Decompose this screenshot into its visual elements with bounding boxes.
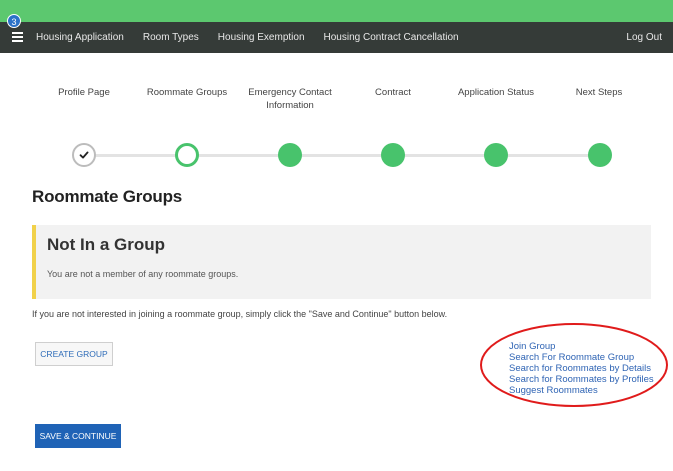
step-label-roommate-groups[interactable]: Roommate Groups — [137, 86, 237, 99]
step-label-profile[interactable]: Profile Page — [34, 86, 134, 99]
progress-track — [86, 154, 601, 157]
step-dot-next-steps[interactable] — [588, 143, 612, 167]
save-continue-info: If you are not interested in joining a r… — [32, 309, 448, 319]
red-circle-annotation — [480, 323, 668, 407]
step-label-application-status[interactable]: Application Status — [446, 86, 546, 99]
nav-item-housing-application[interactable]: Housing Application — [36, 32, 124, 43]
notification-badge: 3 — [7, 14, 21, 28]
hamburger-menu-icon[interactable] — [12, 32, 23, 42]
nav-item-housing-exemption[interactable]: Housing Exemption — [218, 32, 305, 43]
step-label-emergency-contact[interactable]: Emergency Contact Information — [240, 86, 340, 112]
page-title: Roommate Groups — [32, 187, 183, 206]
group-status-title: Not In a Group — [47, 235, 166, 254]
group-status-text: You are not a member of any roommate gro… — [47, 269, 239, 279]
step-dot-emergency-contact[interactable] — [278, 143, 302, 167]
group-status-callout: Not In a Group You are not a member of a… — [32, 225, 651, 299]
step-dot-contract[interactable] — [381, 143, 405, 167]
step-dot-roommate-groups[interactable] — [175, 143, 199, 167]
top-accent-strip — [0, 0, 673, 22]
step-dot-application-status[interactable] — [484, 143, 508, 167]
step-dot-profile[interactable] — [72, 143, 96, 167]
checkmark-icon — [79, 151, 89, 159]
step-label-contract[interactable]: Contract — [343, 86, 443, 99]
nav-item-contract-cancellation[interactable]: Housing Contract Cancellation — [324, 32, 459, 43]
save-continue-button[interactable]: SAVE & CONTINUE — [35, 424, 121, 448]
nav-item-room-types[interactable]: Room Types — [143, 32, 199, 43]
create-group-button[interactable]: CREATE GROUP — [35, 342, 113, 366]
logout-link[interactable]: Log Out — [626, 22, 662, 53]
nav-menu: Housing Application Room Types Housing E… — [36, 22, 478, 53]
step-label-next-steps[interactable]: Next Steps — [549, 86, 649, 99]
